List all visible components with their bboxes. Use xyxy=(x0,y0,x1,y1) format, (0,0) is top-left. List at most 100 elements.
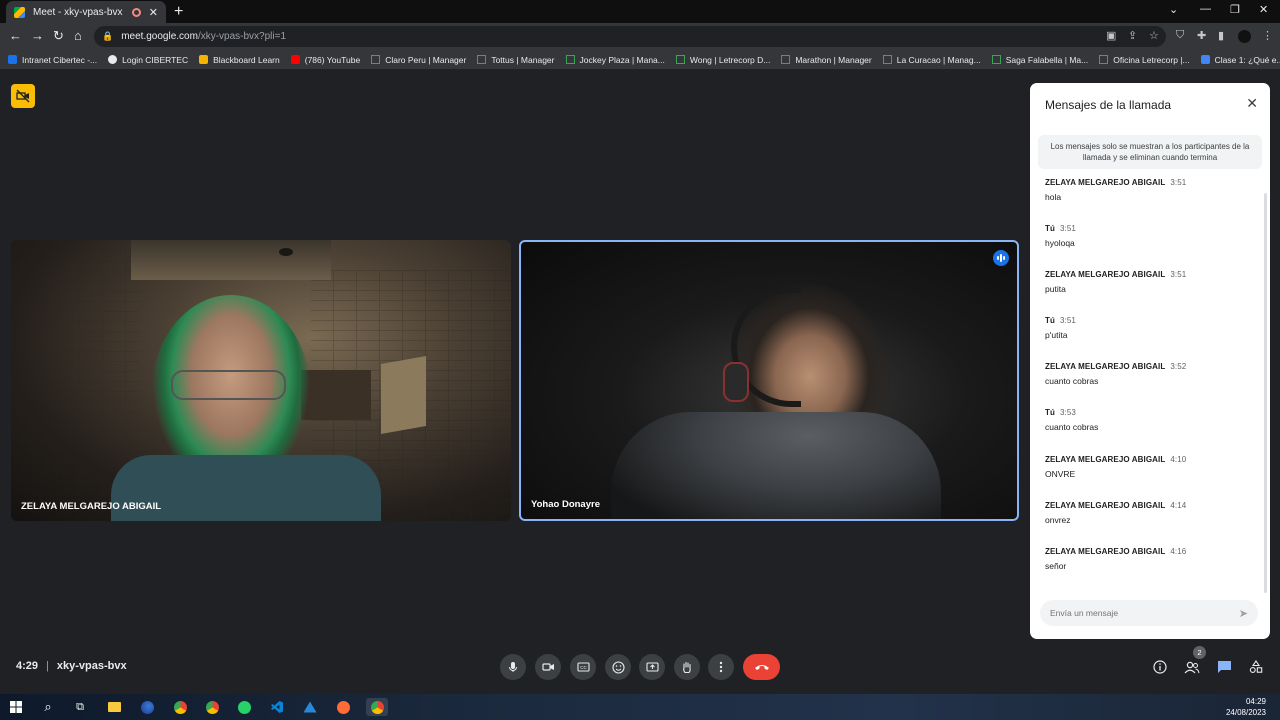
bookmark-label: (786) YouTube xyxy=(304,54,361,65)
message-sender: ZELAYA MELGAREJO ABIGAIL xyxy=(1045,500,1166,510)
address-bar[interactable]: 🔒 meet.google.com /xky-vpas-bvx?pli=1 xyxy=(94,26,1166,47)
message-time: 3:51 xyxy=(1059,224,1076,234)
message-time: 3:51 xyxy=(1170,270,1187,280)
bookmark-item[interactable]: Jockey Plaza | Mana... xyxy=(565,55,665,65)
search-icon[interactable]: ⌕ xyxy=(39,698,57,716)
file-explorer-icon[interactable] xyxy=(105,698,123,716)
restore-icon[interactable]: ❐ xyxy=(1230,3,1240,16)
bookmark-item[interactable]: Oficina Letrecorp |... xyxy=(1099,55,1190,65)
ceiling-light xyxy=(279,248,293,256)
browser-tab-strip: Meet - xky-vpas-bvx ✕ + ⌄ — ❐ ✕ xyxy=(0,0,1280,23)
url-path: /xky-vpas-bvx?pli=1 xyxy=(197,31,287,42)
browser-menu-icon[interactable]: ⋮ xyxy=(1262,29,1273,42)
task-view-icon[interactable]: ⧉ xyxy=(71,698,89,716)
tab-meet[interactable]: Meet - xky-vpas-bvx ✕ xyxy=(6,1,166,23)
whatsapp-icon[interactable] xyxy=(235,698,253,716)
bookmark-star-icon[interactable]: ☆ xyxy=(1149,29,1159,42)
participant-tile[interactable]: ZELAYA MELGAREJO ABIGAIL xyxy=(11,240,511,521)
bookmark-item[interactable]: Marathon | Manager xyxy=(781,54,872,65)
message-text: cuanto cobras xyxy=(1045,376,1099,387)
windows-logo xyxy=(10,701,22,713)
meeting-time: 4:29 xyxy=(16,660,39,672)
bookmark-item[interactable]: Intranet Cibertec -... xyxy=(8,55,97,65)
send-icon[interactable]: ➤ xyxy=(1239,607,1248,620)
chat-scrollbar[interactable] xyxy=(1264,193,1267,593)
reload-icon[interactable]: ↻ xyxy=(53,28,64,44)
bookmark-favicon-icon xyxy=(8,55,17,64)
captions-icon: CC xyxy=(576,662,590,672)
new-tab-button[interactable]: + xyxy=(174,3,183,21)
system-clock[interactable]: 04:29 24/08/2023 xyxy=(1226,696,1266,718)
bookmark-item[interactable]: Wong | Letrecorp D... xyxy=(675,55,770,65)
os-taskbar: ⌕ ⧉ 04:29 24/08/2023 xyxy=(0,694,1280,720)
bookmark-favicon-icon xyxy=(675,55,685,64)
message-sender: ZELAYA MELGAREJO ABIGAIL xyxy=(1045,362,1166,372)
bookmark-item[interactable]: Blackboard Learn xyxy=(199,55,280,65)
message-time: 3:51 xyxy=(1170,178,1187,187)
participant-tile-active-speaker[interactable]: Yohao Donayre xyxy=(519,240,1019,521)
activities-button[interactable] xyxy=(1246,657,1266,677)
side-panel-icon[interactable]: ▮ xyxy=(1218,29,1224,42)
tab-search-icon[interactable]: ⌄ xyxy=(1169,3,1178,16)
people-button[interactable] xyxy=(1182,657,1202,677)
minimize-icon[interactable]: — xyxy=(1200,3,1211,15)
bookmark-item[interactable]: Clase 1: ¿Qué e... xyxy=(1200,55,1280,65)
bookmark-label: Marathon | Manager xyxy=(795,54,872,65)
message-text: hola xyxy=(1045,192,1062,202)
app-icon[interactable] xyxy=(301,698,319,716)
firefox-icon[interactable] xyxy=(138,698,156,716)
bookmark-item[interactable]: Saga Falabella | Ma... xyxy=(991,55,1088,65)
window-close-icon[interactable]: ✕ xyxy=(1259,3,1268,16)
bookmark-item[interactable]: Claro Peru | Manager xyxy=(371,55,466,65)
message-text: cuanto cobras xyxy=(1045,422,1099,433)
clock-date: 24/08/2023 xyxy=(1225,708,1266,717)
leave-call-button[interactable] xyxy=(743,654,780,680)
meeting-details-button[interactable] xyxy=(1150,657,1170,677)
chat-button[interactable] xyxy=(1214,657,1234,677)
camera-button[interactable] xyxy=(535,654,561,680)
vscode-icon[interactable] xyxy=(268,698,286,716)
windows-start-icon[interactable] xyxy=(7,698,25,716)
chat-input-container: ➤ xyxy=(1040,600,1258,626)
meeting-code: xky-vpas-bvx xyxy=(56,660,127,672)
extension-shield-icon[interactable]: ⛉ xyxy=(1176,29,1184,42)
present-button[interactable] xyxy=(639,654,665,680)
chrome-icon[interactable] xyxy=(203,698,221,716)
bookmark-item[interactable]: Tottus | Manager xyxy=(477,55,555,65)
message-text: putita xyxy=(1045,284,1066,295)
message-sender: ZELAYA MELGAREJO ABIGAIL xyxy=(1045,270,1166,280)
bookmark-favicon-icon xyxy=(477,55,487,64)
message-sender: Tú xyxy=(1045,316,1055,326)
headphone-earcup xyxy=(723,362,749,402)
reactions-button[interactable] xyxy=(605,654,631,680)
more-options-button[interactable] xyxy=(708,654,734,680)
bookmarks-bar: Intranet Cibertec -... Login CIBERTEC Bl… xyxy=(0,50,1280,70)
bookmark-item[interactable]: (786) YouTube xyxy=(290,54,361,65)
microphone-button[interactable] xyxy=(500,654,526,680)
camera-in-use-icon[interactable]: ▣ xyxy=(1106,29,1116,42)
bookmark-item[interactable]: La Curacao | Manag... xyxy=(882,55,981,65)
tab-close-icon[interactable]: ✕ xyxy=(149,6,158,19)
bookmark-item[interactable]: Login CIBERTEC xyxy=(108,55,188,65)
share-icon[interactable]: ⇪ xyxy=(1128,29,1137,42)
extensions-puzzle-icon[interactable]: ✚ xyxy=(1197,29,1206,42)
back-icon[interactable]: ← xyxy=(9,28,22,43)
meet-favicon-icon xyxy=(14,6,25,18)
chat-message: Tú 3:51 p'utita xyxy=(1045,316,1260,362)
chat-message-input[interactable] xyxy=(1040,600,1220,626)
home-icon[interactable]: ⌂ xyxy=(74,28,82,43)
chat-close-icon[interactable]: ✕ xyxy=(1246,95,1258,112)
camera-off-badge[interactable] xyxy=(11,84,35,108)
firefox-shape xyxy=(140,700,154,714)
chat-message: Tú 3:51 hyoloqa xyxy=(1045,224,1260,270)
chrome-shape xyxy=(173,700,187,714)
captions-button[interactable]: CC xyxy=(570,654,596,680)
chrome-active-icon[interactable] xyxy=(366,698,388,716)
app-shape xyxy=(303,701,317,713)
profile-avatar[interactable] xyxy=(1238,30,1251,43)
raise-hand-button[interactable] xyxy=(674,654,700,680)
chrome-profile-icon[interactable] xyxy=(171,698,189,716)
postman-icon[interactable] xyxy=(334,698,352,716)
lock-icon[interactable]: 🔒 xyxy=(102,31,113,42)
forward-icon[interactable]: → xyxy=(31,28,44,43)
